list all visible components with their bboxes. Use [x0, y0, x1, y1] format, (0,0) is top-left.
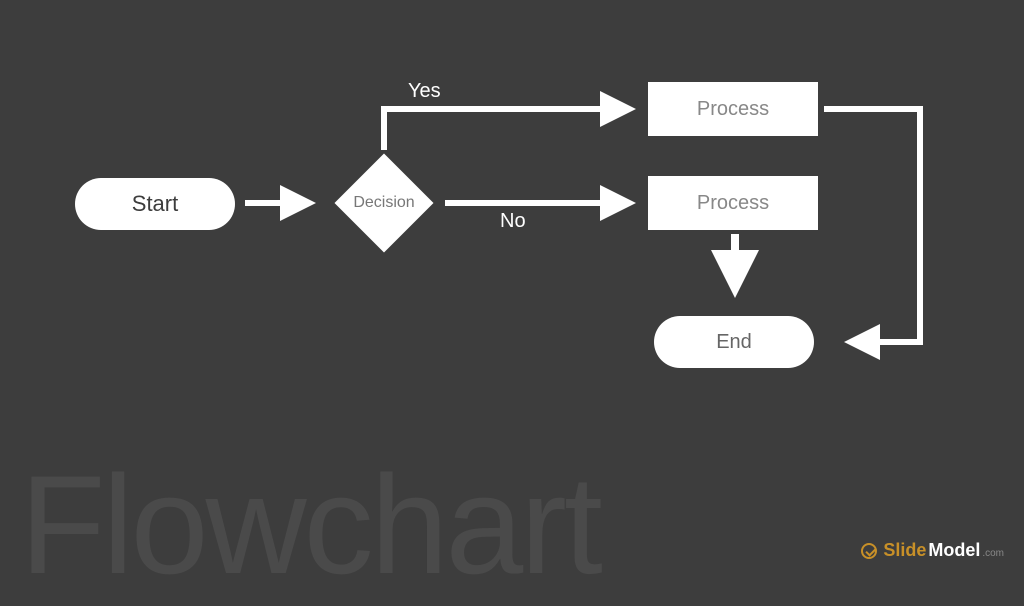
process2-label: Process	[697, 192, 769, 215]
brand-check-icon	[861, 543, 877, 559]
brand-text-2: Model	[928, 540, 980, 561]
decision-label: Decision	[353, 194, 414, 212]
end-node: End	[654, 316, 814, 368]
brand-suffix: .com	[982, 548, 1004, 559]
process-node-1: Process	[648, 82, 818, 136]
process1-label: Process	[697, 98, 769, 121]
start-label: Start	[132, 191, 178, 217]
brand-logo: SlideModel .com	[861, 540, 1004, 561]
process-node-2: Process	[648, 176, 818, 230]
brand-text-1: Slide	[883, 540, 926, 561]
flowchart-canvas: Start Decision Process Process End Yes N…	[0, 0, 1024, 576]
connector-lines	[0, 0, 1024, 576]
start-node: Start	[75, 178, 235, 230]
end-label: End	[716, 331, 752, 354]
no-label: No	[500, 210, 526, 233]
decision-node: Decision	[334, 153, 434, 253]
yes-label: Yes	[408, 80, 441, 103]
